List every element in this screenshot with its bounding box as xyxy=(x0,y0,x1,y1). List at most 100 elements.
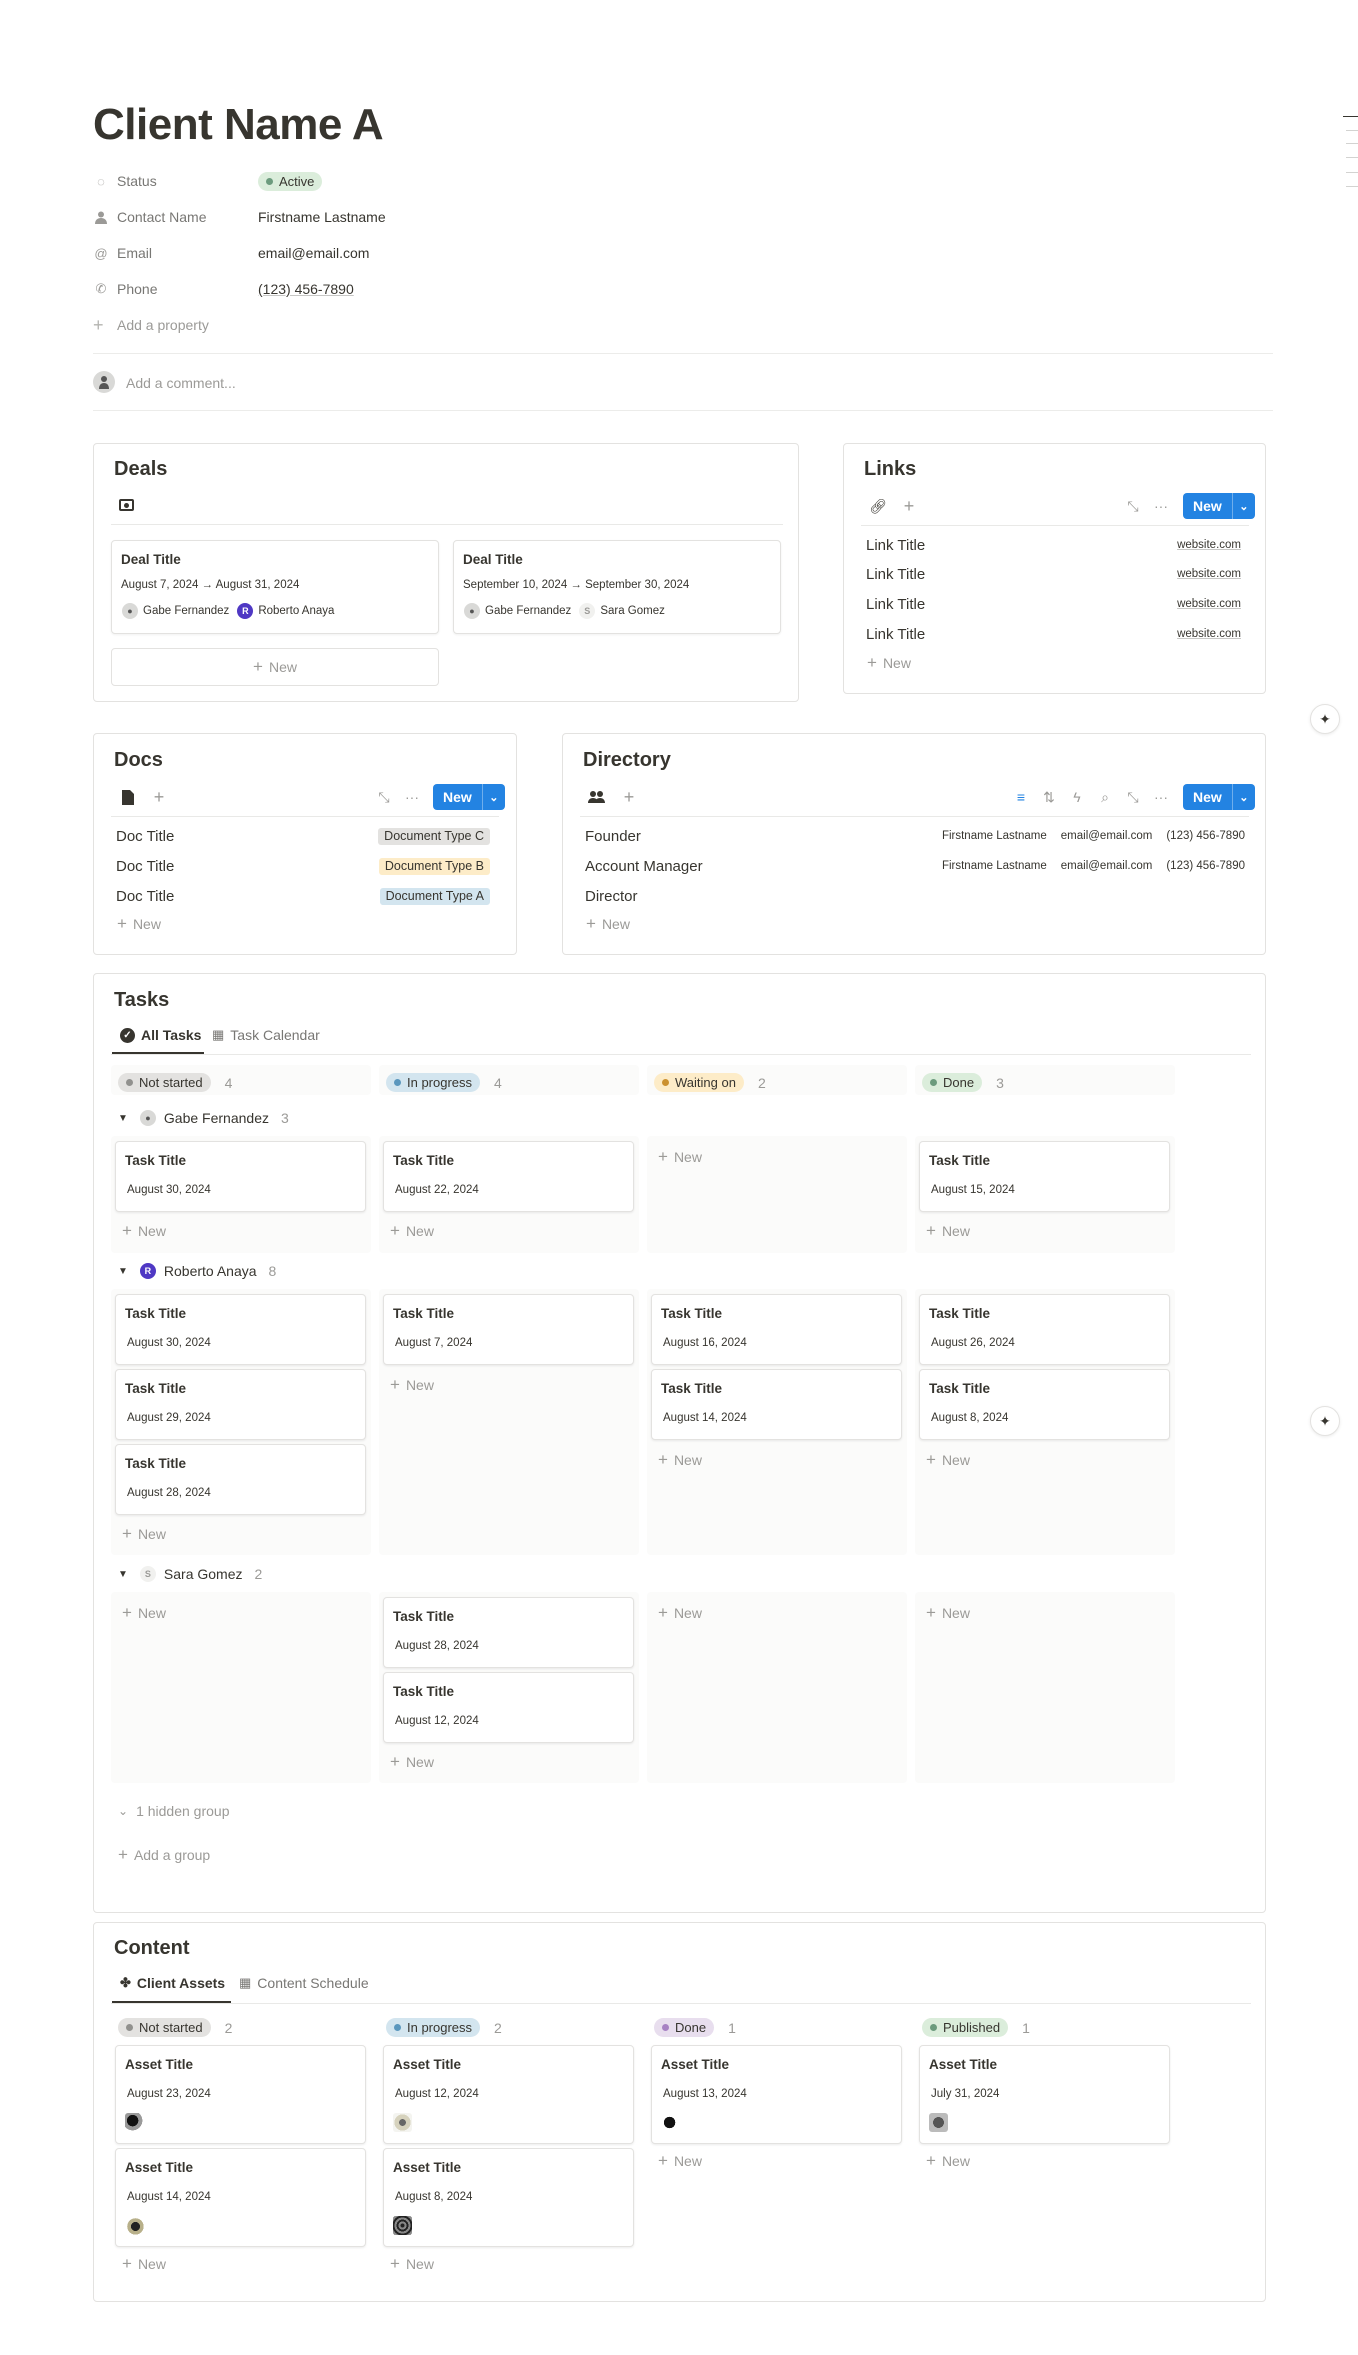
directory-new-button[interactable]: New ⌄ xyxy=(1183,784,1255,810)
plus-icon[interactable]: + xyxy=(620,787,638,807)
asset-card[interactable]: Asset Title August 13, 2024 xyxy=(651,2045,902,2144)
more-icon[interactable]: ··· xyxy=(403,788,421,806)
add-asset-button[interactable]: + New xyxy=(390,2255,434,2272)
link-url[interactable]: website.com xyxy=(1177,539,1241,551)
task-card[interactable]: Task Title August 30, 2024 xyxy=(115,1294,366,1365)
links-add-new[interactable]: + New xyxy=(867,654,911,671)
property-phone[interactable]: ✆ Phone (123) 456-7890 xyxy=(93,274,693,304)
task-card[interactable]: Task Title August 30, 2024 xyxy=(115,1141,366,1212)
chevron-down-icon[interactable]: ⌄ xyxy=(1233,791,1255,804)
add-property-button[interactable]: + Add a property xyxy=(93,310,693,340)
directory-row[interactable]: Founder Firstname Lastname email@email.c… xyxy=(585,826,1245,846)
links-new-button[interactable]: New ⌄ xyxy=(1183,493,1255,519)
column-not-started[interactable]: Not started 2 xyxy=(118,2018,232,2037)
outline-mark[interactable] xyxy=(1346,186,1358,187)
people-icon[interactable] xyxy=(587,788,605,806)
asset-card[interactable]: Asset Title August 14, 2024 xyxy=(115,2148,366,2247)
column-done[interactable]: Done 3 xyxy=(922,1073,1004,1092)
deal-card[interactable]: Deal Title August 7, 2024 → August 31, 2… xyxy=(111,540,439,634)
search-icon[interactable]: ⌕ xyxy=(1096,788,1114,806)
contact-name-value[interactable]: Firstname Lastname xyxy=(258,209,386,225)
comment-input[interactable]: Add a comment... xyxy=(126,375,236,391)
tab-task-calendar[interactable]: ▦ Task Calendar xyxy=(212,1027,320,1043)
task-card[interactable]: Task Title August 29, 2024 xyxy=(115,1369,366,1440)
doc-row[interactable]: Doc Title Document Type B xyxy=(116,856,490,876)
column-not-started[interactable]: Not started 4 xyxy=(118,1073,232,1092)
link-icon[interactable]: 🔗︎ xyxy=(869,497,887,515)
tab-content-schedule[interactable]: ▦ Content Schedule xyxy=(239,1975,369,1991)
expand-icon[interactable]: ⤡ xyxy=(1124,788,1142,806)
link-row[interactable]: Link Title website.com xyxy=(866,624,1241,644)
chevron-down-icon[interactable]: ⌄ xyxy=(1233,500,1255,513)
doc-row[interactable]: Doc Title Document Type C xyxy=(116,826,490,846)
docs-new-button[interactable]: New ⌄ xyxy=(433,784,505,810)
expand-icon[interactable]: ⤡ xyxy=(375,788,393,806)
hidden-group-toggle[interactable]: ⌄ 1 hidden group xyxy=(118,1803,229,1819)
phone[interactable]: (123) 456-7890 xyxy=(1166,830,1245,842)
asset-card[interactable]: Asset Title August 23, 2024 xyxy=(115,2045,366,2144)
triangle-down-icon[interactable]: ▼ xyxy=(118,1266,128,1277)
chevron-down-icon[interactable]: ⌄ xyxy=(483,791,505,804)
group-header-roberto[interactable]: ▼ R Roberto Anaya 8 xyxy=(118,1263,276,1279)
page-title[interactable]: Client Name A xyxy=(93,100,384,150)
add-asset-button[interactable]: + New xyxy=(122,2255,166,2272)
outline-mark[interactable] xyxy=(1346,130,1358,131)
directory-row[interactable]: Account Manager Firstname Lastname email… xyxy=(585,856,1245,876)
group-header-sara[interactable]: ▼ S Sara Gomez 2 xyxy=(118,1566,262,1582)
add-task-button[interactable]: + New xyxy=(390,1222,434,1239)
filter-icon[interactable]: ≡ xyxy=(1012,788,1030,806)
property-status[interactable]: ◌ Status Active xyxy=(93,166,693,196)
outline-mark[interactable] xyxy=(1346,143,1358,144)
group-header-gabe[interactable]: ▼ ● Gabe Fernandez 3 xyxy=(118,1110,289,1126)
add-task-button[interactable]: + New xyxy=(390,1376,434,1393)
tab-all-tasks[interactable]: ✓ All Tasks xyxy=(120,1027,201,1043)
plus-icon[interactable]: + xyxy=(900,496,918,516)
task-card[interactable]: Task Title August 15, 2024 xyxy=(919,1141,1170,1212)
plus-icon[interactable]: + xyxy=(150,787,168,807)
task-card[interactable]: Task Title August 16, 2024 xyxy=(651,1294,902,1365)
outline-mark[interactable] xyxy=(1346,157,1358,158)
add-task-button[interactable]: + New xyxy=(658,1148,702,1165)
task-card[interactable]: Task Title August 7, 2024 xyxy=(383,1294,634,1365)
column-published[interactable]: Published 1 xyxy=(922,2018,1030,2037)
deal-card[interactable]: Deal Title September 10, 2024 → Septembe… xyxy=(453,540,781,634)
outline-mark[interactable] xyxy=(1346,172,1358,173)
directory-row[interactable]: Director xyxy=(585,886,1245,906)
column-done[interactable]: Done 1 xyxy=(654,2018,736,2037)
status-badge[interactable]: Active xyxy=(258,171,323,191)
email[interactable]: email@email.com xyxy=(1061,830,1153,842)
more-icon[interactable]: ··· xyxy=(1152,788,1170,806)
link-row[interactable]: Link Title website.com xyxy=(866,594,1241,614)
add-task-button[interactable]: + New xyxy=(122,1222,166,1239)
ai-sparkle-icon[interactable]: ✦ xyxy=(1310,704,1340,734)
directory-add-new[interactable]: + New xyxy=(586,915,630,932)
asset-card[interactable]: Asset Title August 8, 2024 xyxy=(383,2148,634,2247)
lightning-icon[interactable]: ϟ xyxy=(1068,788,1086,806)
triangle-down-icon[interactable]: ▼ xyxy=(118,1113,128,1124)
phone-value[interactable]: (123) 456-7890 xyxy=(258,281,354,297)
tab-client-assets[interactable]: ✤ Client Assets xyxy=(120,1975,225,1991)
link-url[interactable]: website.com xyxy=(1177,628,1241,640)
add-asset-button[interactable]: + New xyxy=(926,2152,970,2169)
link-row[interactable]: Link Title website.com xyxy=(866,564,1241,584)
asset-card[interactable]: Asset Title July 31, 2024 xyxy=(919,2045,1170,2144)
column-waiting-on[interactable]: Waiting on 2 xyxy=(654,1073,766,1092)
add-task-button[interactable]: + New xyxy=(658,1604,702,1621)
property-email[interactable]: @ Email email@email.com xyxy=(93,238,693,268)
ai-sparkle-icon[interactable]: ✦ xyxy=(1310,1406,1340,1436)
expand-icon[interactable]: ⤡ xyxy=(1124,497,1142,515)
link-url[interactable]: website.com xyxy=(1177,598,1241,610)
task-card[interactable]: Task Title August 28, 2024 xyxy=(115,1444,366,1515)
task-card[interactable]: Task Title August 28, 2024 xyxy=(383,1597,634,1668)
task-card[interactable]: Task Title August 8, 2024 xyxy=(919,1369,1170,1440)
docs-add-new[interactable]: + New xyxy=(117,915,161,932)
add-task-button[interactable]: + New xyxy=(658,1451,702,1468)
link-url[interactable]: website.com xyxy=(1177,568,1241,580)
link-row[interactable]: Link Title website.com xyxy=(866,535,1241,555)
add-task-button[interactable]: + New xyxy=(122,1604,166,1621)
asset-card[interactable]: Asset Title August 12, 2024 xyxy=(383,2045,634,2144)
add-task-button[interactable]: + New xyxy=(926,1604,970,1621)
email[interactable]: email@email.com xyxy=(1061,860,1153,872)
column-in-progress[interactable]: In progress 2 xyxy=(386,2018,502,2037)
email-value[interactable]: email@email.com xyxy=(258,245,369,261)
